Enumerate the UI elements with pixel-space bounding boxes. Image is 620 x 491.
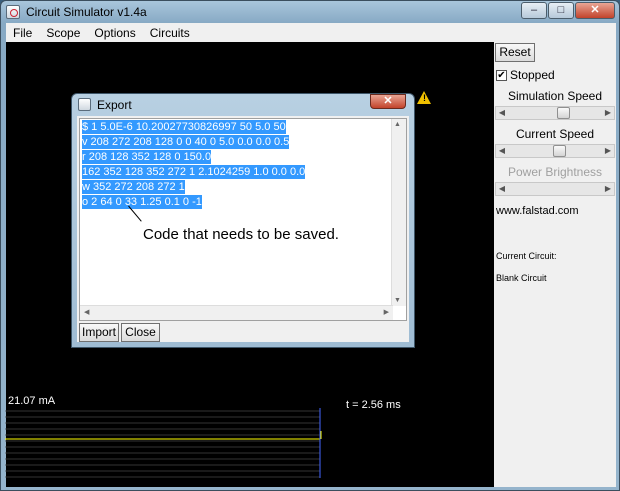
export-dialog-title: Export bbox=[97, 98, 132, 112]
stopped-label: Stopped bbox=[510, 68, 555, 82]
window-controls: – □ ✕ bbox=[521, 2, 615, 19]
scope-current-readout: 21.07 mA bbox=[8, 395, 56, 407]
scroll-left-icon[interactable]: ◀ bbox=[84, 308, 89, 316]
current-circuit-value: Blank Circuit bbox=[496, 273, 547, 283]
stopped-checkbox-row[interactable]: ✔ Stopped bbox=[496, 68, 555, 82]
stopped-checkbox[interactable]: ✔ bbox=[496, 69, 507, 81]
export-code-line: v 208 272 208 128 0 0 40 0 5.0 0.0 0.0 0… bbox=[82, 135, 290, 149]
export-code-line: 162 352 128 352 272 1 2.1024259 1.0 0.0 … bbox=[82, 165, 306, 179]
side-panel: Reset ✔ Stopped Simulation Speed ◀ ▶ Cur… bbox=[494, 42, 616, 487]
vertical-scrollbar[interactable]: ▲ ▼ bbox=[391, 119, 406, 306]
website-link: www.falstad.com bbox=[496, 205, 579, 217]
simulation-speed-slider[interactable]: ◀ ▶ bbox=[495, 106, 615, 120]
scope-display[interactable] bbox=[5, 408, 333, 478]
scroll-right-icon[interactable]: ▶ bbox=[602, 145, 614, 157]
close-button[interactable]: Close bbox=[121, 323, 160, 342]
title-bar[interactable]: Circuit Simulator v1.4a – □ ✕ bbox=[1, 1, 619, 23]
scope-time-readout: t = 2.56 ms bbox=[346, 399, 401, 411]
scroll-left-icon[interactable]: ◀ bbox=[496, 107, 508, 119]
scroll-down-icon[interactable]: ▼ bbox=[394, 297, 401, 304]
window-title: Circuit Simulator v1.4a bbox=[26, 5, 147, 19]
minimize-button[interactable]: – bbox=[521, 2, 547, 19]
menu-scope[interactable]: Scope bbox=[39, 23, 87, 42]
simulation-speed-label: Simulation Speed bbox=[507, 89, 603, 103]
scroll-up-icon[interactable]: ▲ bbox=[394, 121, 401, 128]
scroll-right-icon[interactable]: ▶ bbox=[384, 308, 389, 316]
horizontal-scrollbar[interactable]: ◀ ▶ bbox=[80, 305, 393, 320]
power-brightness-slider: ◀ ▶ bbox=[495, 182, 615, 196]
warning-icon-mark: ! bbox=[423, 93, 426, 103]
export-code-line: r 208 128 352 128 0 150.0 bbox=[82, 150, 212, 164]
menu-bar: File Scope Options Circuits bbox=[6, 23, 616, 42]
simulation-speed-thumb[interactable] bbox=[557, 107, 570, 119]
current-speed-slider[interactable]: ◀ ▶ bbox=[495, 144, 615, 158]
scope-grid bbox=[5, 410, 320, 478]
close-window-button[interactable]: ✕ bbox=[575, 2, 615, 19]
menu-options[interactable]: Options bbox=[87, 23, 142, 42]
scroll-right-icon: ▶ bbox=[604, 184, 612, 193]
power-brightness-label: Power Brightness bbox=[507, 165, 603, 179]
annotation-text: Code that needs to be saved. bbox=[143, 226, 339, 243]
current-speed-thumb[interactable] bbox=[553, 145, 566, 157]
scroll-left-icon: ◀ bbox=[498, 184, 506, 193]
java-app-icon bbox=[6, 5, 20, 19]
reset-button[interactable]: Reset bbox=[495, 43, 535, 62]
export-code-line: $ 1 5.0E-6 10.20027730826997 50 5.0 50 bbox=[82, 120, 286, 134]
export-code-lines: $ 1 5.0E-6 10.20027730826997 50 5.0 50 v … bbox=[82, 120, 306, 210]
export-code-textarea[interactable]: $ 1 5.0E-6 10.20027730826997 50 5.0 50 v … bbox=[79, 118, 407, 321]
export-code-line: o 2 64 0 33 1.25 0.1 0 -1 bbox=[82, 195, 202, 209]
scroll-left-icon[interactable]: ◀ bbox=[496, 145, 508, 157]
menu-circuits[interactable]: Circuits bbox=[143, 23, 197, 42]
menu-file[interactable]: File bbox=[6, 23, 39, 42]
export-code-line: w 352 272 208 272 1 bbox=[82, 180, 185, 194]
java-app-icon bbox=[78, 98, 91, 111]
maximize-button[interactable]: □ bbox=[548, 2, 574, 19]
current-speed-label: Current Speed bbox=[515, 127, 595, 141]
export-dialog-close-icon[interactable]: ✕ bbox=[370, 94, 406, 109]
scroll-right-icon[interactable]: ▶ bbox=[602, 107, 614, 119]
export-dialog: Export ✕ $ 1 5.0E-6 10.20027730826997 50… bbox=[71, 93, 415, 348]
import-button[interactable]: Import bbox=[79, 323, 119, 342]
current-circuit-label: Current Circuit: bbox=[496, 251, 557, 261]
